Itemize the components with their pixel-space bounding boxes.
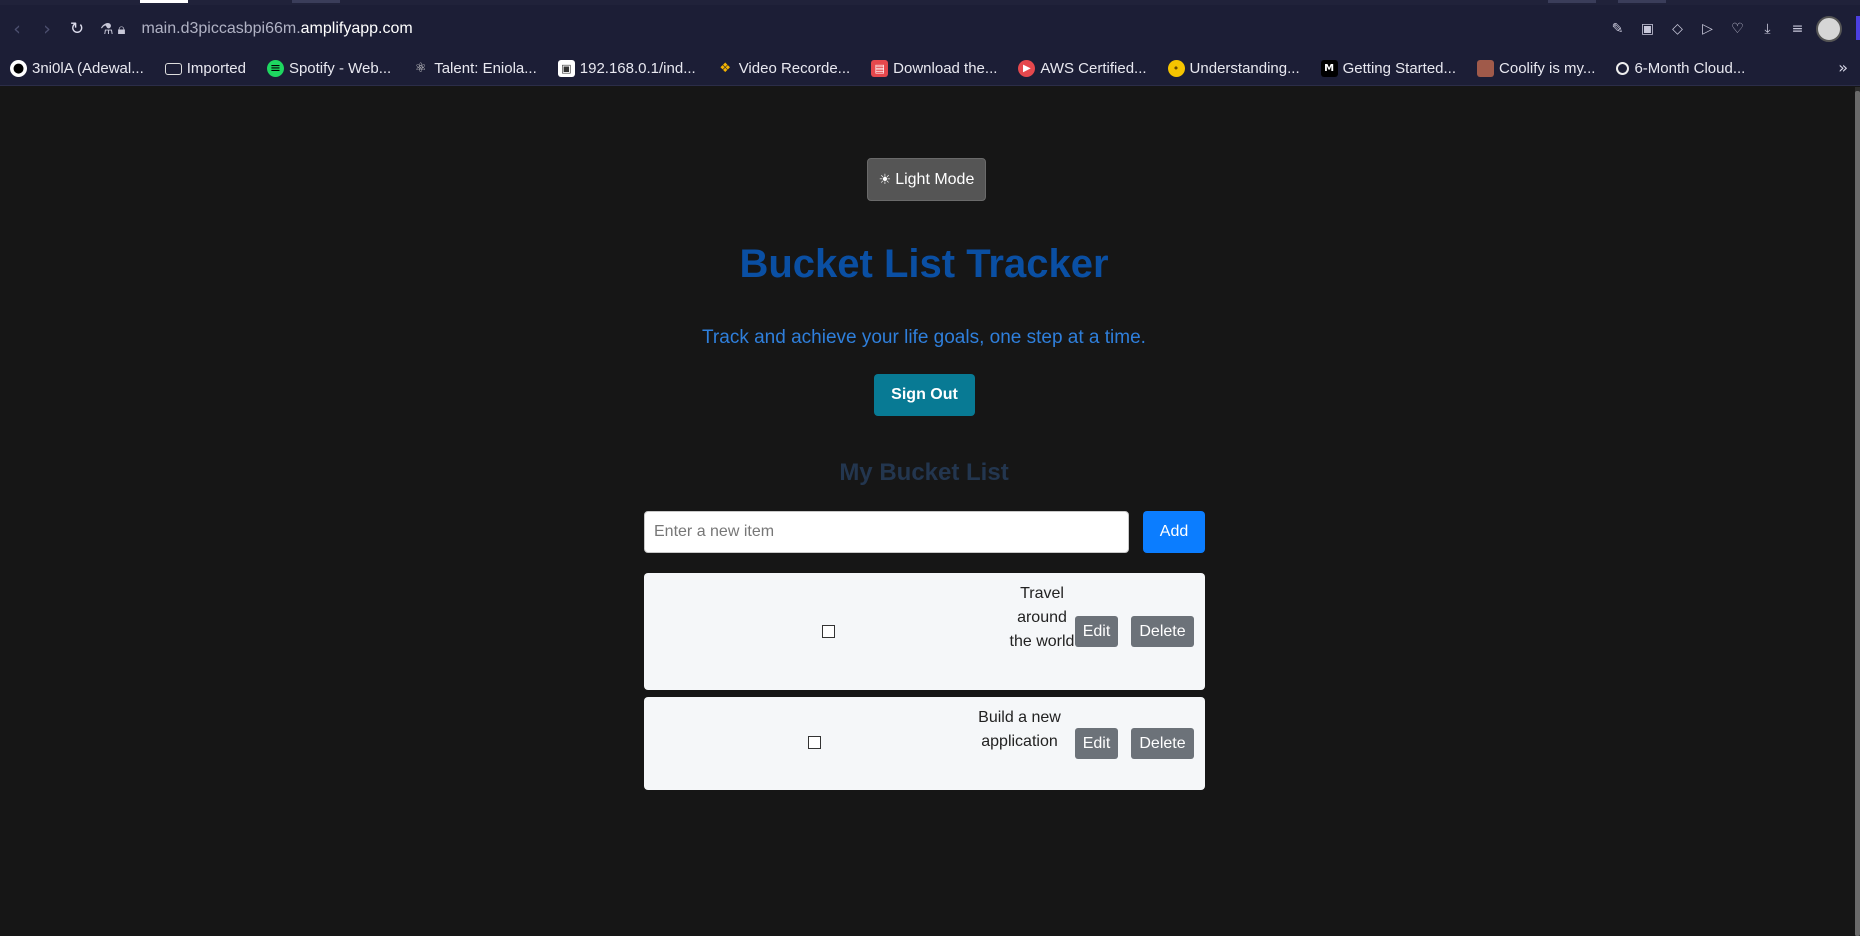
address-bar[interactable]: ⚗ 🔒︎ main.d3piccasbpi66m. amplifyapp.com: [100, 20, 1606, 38]
react-icon: ⚛: [414, 61, 427, 76]
edit-button[interactable]: Edit: [1075, 616, 1118, 647]
add-button[interactable]: Add: [1143, 511, 1205, 553]
spotify-icon: ≡: [266, 60, 284, 77]
shield-icon[interactable]: ◇: [1666, 17, 1689, 40]
folder-icon: [164, 62, 182, 75]
edit-button[interactable]: Edit: [1075, 728, 1118, 759]
page-subtitle: Track and achieve your life goals, one s…: [702, 327, 1146, 348]
page-content: ☀ Light Mode Bucket List Tracker Track a…: [0, 87, 1855, 936]
item-text: Build a new application: [978, 709, 1061, 750]
scrollbar-thumb[interactable]: [1855, 91, 1860, 936]
forward-icon[interactable]: ›: [32, 14, 62, 44]
aws-icon: ▶: [1018, 60, 1036, 77]
lock-icon: 🔒︎: [117, 19, 126, 38]
bookmark-video-recorder[interactable]: ❖ Video Recorde...: [717, 60, 850, 77]
item-text: Travel around the world: [1009, 585, 1075, 650]
page-scrollbar[interactable]: [1855, 87, 1860, 936]
github-icon: ●: [10, 60, 27, 77]
profile-avatar[interactable]: [1816, 15, 1842, 42]
page-title: Bucket List Tracker: [739, 242, 1109, 286]
sun-icon: ☀: [878, 171, 892, 188]
store-icon: ▤: [871, 60, 889, 77]
bookmark-router[interactable]: ▣ 192.168.0.1/ind...: [557, 60, 696, 77]
toolbar-icons: ✎ ▣ ◇ ▷ ♡ ⤓ ≡: [1606, 15, 1860, 42]
download-icon[interactable]: ⤓: [1756, 17, 1779, 40]
medium-icon: M: [1320, 60, 1338, 77]
heart-icon[interactable]: ♡: [1726, 17, 1749, 40]
bookmark-imported[interactable]: Imported: [164, 60, 246, 77]
sign-out-button[interactable]: Sign Out: [874, 374, 975, 416]
circle-icon: [1616, 62, 1630, 75]
camera-icon[interactable]: ▣: [1636, 17, 1659, 40]
edit-icon[interactable]: ✎: [1606, 17, 1629, 40]
bookmark-talent[interactable]: ⚛ Talent: Eniola...: [412, 60, 537, 77]
list-title: My Bucket List: [839, 459, 1009, 486]
new-item-input[interactable]: [644, 511, 1129, 553]
list-item: Build a new application Edit Delete: [644, 697, 1205, 790]
play-icon[interactable]: ▷: [1696, 17, 1719, 40]
delete-button[interactable]: Delete: [1131, 728, 1194, 759]
router-icon: ▣: [557, 60, 575, 77]
browser-toolbar: ‹ › ↻ ⚗ 🔒︎ main.d3piccasbpi66m. amplifyap…: [0, 5, 1860, 52]
list-item: Travel around the world Edit Delete: [644, 573, 1205, 690]
bookmark-understanding[interactable]: • Understanding...: [1167, 60, 1300, 77]
avatar-icon: [1477, 60, 1495, 77]
bookmark-aws[interactable]: ▶ AWS Certified...: [1018, 60, 1147, 77]
site-settings-icon[interactable]: ⚗: [100, 20, 113, 38]
bookmark-download[interactable]: ▤ Download the...: [871, 60, 997, 77]
chevron-double-right-icon[interactable]: »: [1838, 58, 1848, 77]
url-host: main.d3piccasbpi66m.: [141, 19, 301, 37]
item-checkbox[interactable]: [822, 625, 835, 638]
thinking-emoji-icon: •: [1167, 60, 1185, 77]
bookmark-getting-started[interactable]: M Getting Started...: [1320, 60, 1456, 77]
bookmark-cloud[interactable]: 6-Month Cloud...: [1616, 60, 1745, 77]
bookmark-github[interactable]: ● 3ni0lA (Adewal...: [10, 60, 144, 77]
back-icon[interactable]: ‹: [2, 14, 32, 44]
url-domain: amplifyapp.com: [300, 19, 413, 37]
reload-icon[interactable]: ↻: [62, 14, 92, 44]
sidebar-accent: [1856, 16, 1860, 40]
bookmarks-bar: ● 3ni0lA (Adewal... Imported ≡ Spotify - W…: [0, 52, 1860, 86]
item-checkbox[interactable]: [808, 736, 821, 749]
delete-button[interactable]: Delete: [1131, 616, 1194, 647]
video-recorder-icon: ❖: [719, 61, 732, 76]
theme-toggle-button[interactable]: ☀ Light Mode: [867, 158, 986, 201]
menu-icon[interactable]: ≡: [1786, 17, 1809, 40]
bookmark-coolify[interactable]: Coolify is my...: [1477, 60, 1595, 77]
bookmark-spotify[interactable]: ≡ Spotify - Web...: [266, 60, 391, 77]
